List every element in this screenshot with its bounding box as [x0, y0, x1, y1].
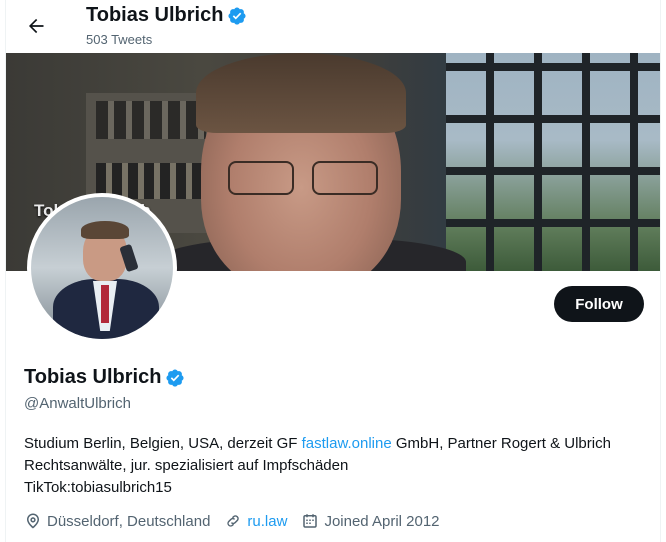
- header-title: Tobias Ulbrich: [86, 4, 247, 27]
- link-icon: [227, 515, 240, 527]
- follow-button[interactable]: Follow: [554, 286, 644, 322]
- header-name: Tobias Ulbrich: [86, 4, 224, 26]
- joined-item: Joined April 2012: [301, 512, 440, 530]
- display-name: Tobias Ulbrich: [24, 366, 162, 388]
- bio-text-3: TikTok:tobiasulbrich15: [24, 479, 172, 496]
- profile-handle: @AnwaltUlbrich: [24, 395, 131, 412]
- location-pin-icon: [27, 513, 39, 529]
- profile-page: Tobias Ulbrich 503 Tweets Tobias Ulbrich…: [5, 0, 661, 542]
- profile-header: Tobias Ulbrich 503 Tweets: [6, 0, 660, 52]
- location-item: Düsseldorf, Deutschland: [24, 512, 210, 530]
- profile-meta: Düsseldorf, Deutschland ru.law Joined Ap…: [24, 512, 440, 530]
- location-text: Düsseldorf, Deutschland: [47, 512, 211, 530]
- bio-link[interactable]: fastlaw.online: [302, 435, 392, 452]
- avatar-hair: [81, 221, 129, 239]
- calendar-icon: [303, 514, 318, 528]
- profile-name: Tobias Ulbrich: [24, 366, 185, 389]
- banner-glasses: [228, 161, 378, 195]
- avatar[interactable]: [27, 193, 177, 343]
- bio-text-1: Studium Berlin, Belgien, USA, derzeit GF: [24, 435, 302, 452]
- verified-badge-icon[interactable]: [165, 368, 185, 388]
- website-item: ru.law: [224, 512, 287, 530]
- avatar-tie: [101, 285, 109, 323]
- joined-text: Joined April 2012: [324, 512, 440, 530]
- tweet-count: 503 Tweets: [86, 32, 153, 47]
- banner-windows: [446, 53, 660, 271]
- banner-hair: [196, 53, 406, 133]
- arrow-left-icon: [29, 18, 44, 34]
- verified-badge-icon: [228, 6, 246, 25]
- back-button[interactable]: [20, 10, 52, 42]
- website-link[interactable]: ru.law: [247, 513, 287, 530]
- profile-bio: Studium Berlin, Belgien, USA, derzeit GF…: [24, 433, 644, 499]
